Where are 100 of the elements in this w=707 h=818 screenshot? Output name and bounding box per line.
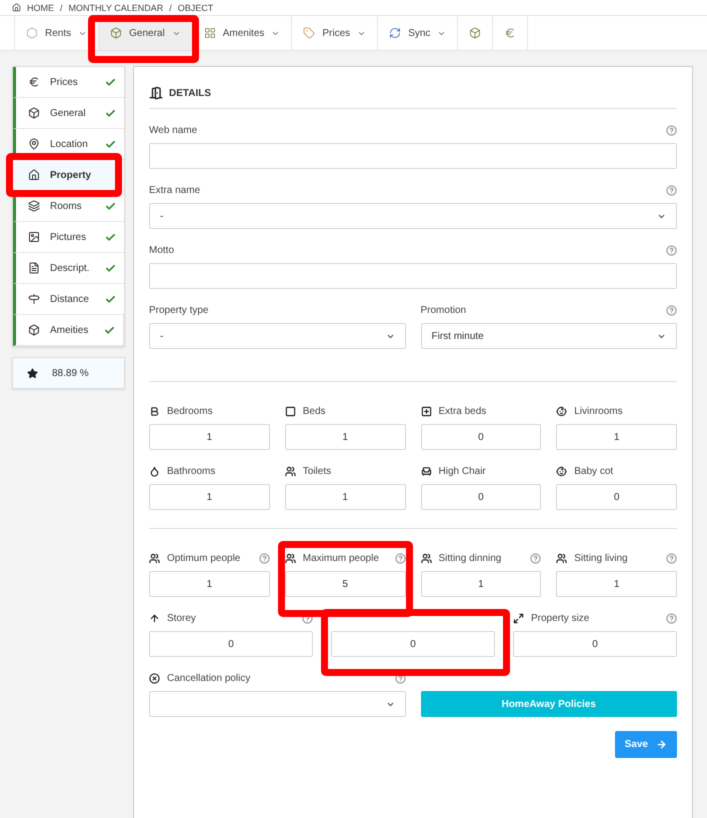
sidebar-item[interactable]: Ameities — [13, 315, 124, 346]
select-field[interactable]: - — [149, 203, 677, 229]
field-label: Extra beds — [438, 406, 488, 417]
number-field[interactable]: 1 — [556, 571, 677, 597]
menu-tab[interactable]: Sync — [377, 16, 458, 50]
help-icon[interactable] — [666, 125, 677, 136]
field-icon — [513, 613, 524, 624]
score-card: 88.89 % — [12, 357, 125, 389]
item-icon — [28, 200, 40, 212]
item-icon — [28, 262, 40, 274]
tab-icon — [504, 27, 516, 39]
field-icon — [149, 553, 160, 564]
field-label: High Chair — [438, 466, 487, 477]
sidebar-item[interactable]: Property — [13, 160, 124, 191]
item-icon — [28, 107, 40, 119]
select-field[interactable]: - — [149, 323, 406, 349]
number-field[interactable]: 0 — [149, 631, 313, 657]
help-icon[interactable] — [666, 553, 677, 564]
arrow-right-icon — [656, 739, 667, 750]
field-label: Toilets — [302, 466, 332, 477]
field-icon — [556, 553, 568, 564]
help-icon[interactable] — [530, 553, 542, 564]
field-icon — [284, 553, 296, 564]
item-icon — [28, 76, 40, 88]
breadcrumb-link[interactable]: OBJECT — [178, 2, 214, 12]
input-field[interactable] — [149, 143, 677, 169]
sidebar-item[interactable]: Prices — [13, 67, 124, 98]
check-icon — [105, 108, 116, 118]
breadcrumb-separator: / — [169, 2, 172, 12]
number-field[interactable]: 5 — [284, 571, 406, 597]
field-icon — [149, 466, 160, 477]
field-label: Sitting dinning — [438, 553, 502, 564]
toolbar-icon-button[interactable] — [457, 16, 492, 50]
input-field[interactable] — [149, 263, 677, 289]
check-icon — [105, 76, 116, 88]
field-label: Extra name — [149, 185, 202, 196]
number-field[interactable]: 1 — [420, 571, 542, 597]
field-label: Baby cot — [574, 466, 614, 477]
check-icon — [104, 324, 115, 336]
field-label: Beds — [302, 406, 327, 417]
star-icon — [27, 368, 38, 378]
check-icon — [105, 294, 116, 304]
number-field[interactable]: 1 — [284, 484, 406, 510]
check-icon — [105, 262, 116, 274]
tab-icon — [389, 27, 402, 39]
door-icon — [149, 86, 163, 100]
help-icon[interactable] — [666, 245, 677, 256]
field-label: Motto — [149, 245, 176, 256]
help-icon[interactable] — [666, 185, 677, 196]
item-icon — [28, 138, 40, 150]
field-label: Property size — [531, 613, 590, 624]
select-field[interactable]: First minute — [420, 323, 677, 349]
field-icon — [420, 406, 432, 417]
number-field[interactable]: 0 — [513, 631, 677, 657]
field-label: Storey — [167, 613, 197, 624]
tab-icon — [110, 27, 122, 39]
field-label: Bedrooms — [167, 406, 214, 417]
help-icon[interactable] — [258, 553, 270, 564]
section-title: DETAILS — [169, 88, 212, 98]
tab-icon — [204, 27, 216, 39]
field-label: Maximum people — [302, 553, 380, 564]
number-field[interactable]: 1 — [149, 571, 270, 597]
breadcrumb-separator: / — [60, 2, 63, 12]
sidebar-item[interactable]: General — [13, 98, 124, 129]
field-label: Sitting living — [574, 553, 629, 564]
check-icon — [105, 138, 116, 150]
tab-icon — [469, 27, 482, 39]
help-icon[interactable] — [666, 305, 677, 316]
sidebar-item[interactable]: Descript. — [13, 253, 124, 284]
home-icon[interactable] — [12, 3, 21, 12]
field-icon — [420, 466, 432, 477]
select-field[interactable] — [149, 691, 406, 717]
help-icon[interactable] — [666, 613, 677, 624]
number-field[interactable]: 1 — [284, 424, 406, 450]
field-icon — [149, 406, 160, 417]
item-icon — [28, 293, 40, 305]
number-field[interactable]: 1 — [149, 424, 270, 450]
number-field[interactable]: 0 — [556, 484, 677, 510]
help-icon[interactable] — [394, 553, 406, 564]
number-field[interactable]: 0 — [420, 424, 542, 450]
field-label: Promotion — [420, 305, 468, 316]
field-icon — [556, 466, 568, 477]
field-label: Web name — [149, 125, 198, 136]
help-icon[interactable] — [394, 673, 406, 684]
number-field[interactable]: 1 — [149, 484, 270, 510]
tab-icon — [303, 27, 316, 39]
check-icon — [105, 232, 116, 242]
sidebar-item[interactable]: Distance — [13, 284, 124, 315]
breadcrumb-link[interactable]: MONTHLY CALENDAR — [68, 2, 164, 12]
field-icon — [556, 406, 568, 417]
item-icon — [28, 169, 40, 181]
sidebar-item[interactable]: Pictures — [13, 222, 124, 253]
number-field[interactable]: 1 — [556, 424, 677, 450]
toolbar-icon-button[interactable] — [492, 16, 528, 50]
breadcrumb-link[interactable]: HOME — [27, 2, 54, 12]
number-field[interactable]: 0 — [420, 484, 542, 510]
number-field[interactable]: 0 — [331, 631, 495, 657]
field-icon — [149, 673, 160, 684]
field-icon — [284, 406, 296, 417]
field-label: Bathrooms — [167, 466, 216, 477]
